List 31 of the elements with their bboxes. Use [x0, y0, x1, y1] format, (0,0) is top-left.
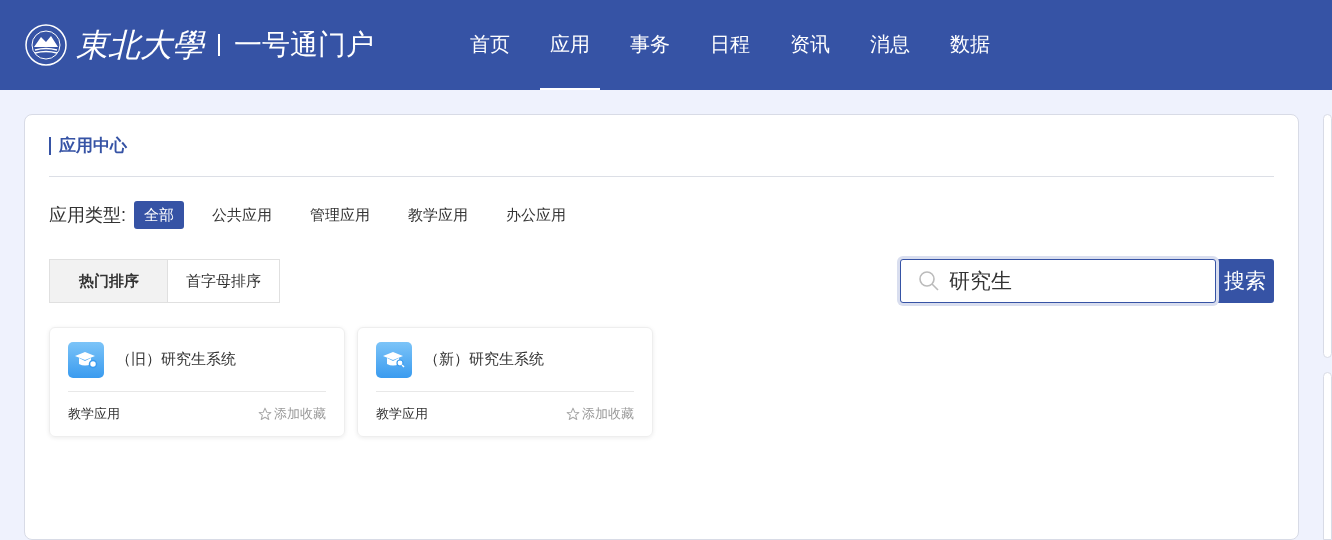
- graduation-cap-icon: [68, 341, 104, 378]
- university-emblem-icon: [24, 23, 68, 67]
- nav-link[interactable]: 应用: [540, 0, 600, 90]
- nav-link[interactable]: 消息: [860, 0, 920, 90]
- nav-link[interactable]: 数据: [940, 0, 1000, 90]
- search-field[interactable]: 研究生: [900, 259, 1216, 303]
- app-name: （旧）研究生系统: [116, 349, 236, 370]
- app-category: 教学应用: [68, 405, 120, 424]
- nav-link[interactable]: 日程: [700, 0, 760, 90]
- nav-link[interactable]: 首页: [460, 0, 520, 90]
- app-category: 教学应用: [376, 405, 428, 424]
- app-name: （新）研究生系统: [424, 349, 544, 370]
- graduation-cap-icon: [376, 341, 412, 378]
- app-card[interactable]: （新）研究生系统 教学应用 添加收藏: [357, 327, 653, 437]
- sort-tab[interactable]: 热门排序: [50, 260, 167, 302]
- filter-label: 应用类型:: [49, 203, 126, 227]
- portal-title: 一号通门户: [234, 31, 374, 59]
- nav-link[interactable]: 事务: [620, 0, 680, 90]
- nav-link[interactable]: 资讯: [780, 0, 840, 90]
- category-filter[interactable]: 教学应用: [398, 201, 478, 229]
- category-filter[interactable]: 管理应用: [300, 201, 380, 229]
- university-logo-text: 東北大學: [76, 29, 204, 61]
- section-title: 应用中心: [59, 134, 127, 157]
- category-filter[interactable]: 办公应用: [496, 201, 576, 229]
- star-icon: [566, 407, 580, 421]
- category-filter[interactable]: 公共应用: [202, 201, 282, 229]
- category-filter[interactable]: 全部: [134, 201, 184, 229]
- search-icon: [918, 270, 940, 292]
- app-card[interactable]: （旧）研究生系统 教学应用 添加收藏: [49, 327, 345, 437]
- search-button[interactable]: 搜索: [1216, 259, 1274, 303]
- star-icon: [258, 407, 272, 421]
